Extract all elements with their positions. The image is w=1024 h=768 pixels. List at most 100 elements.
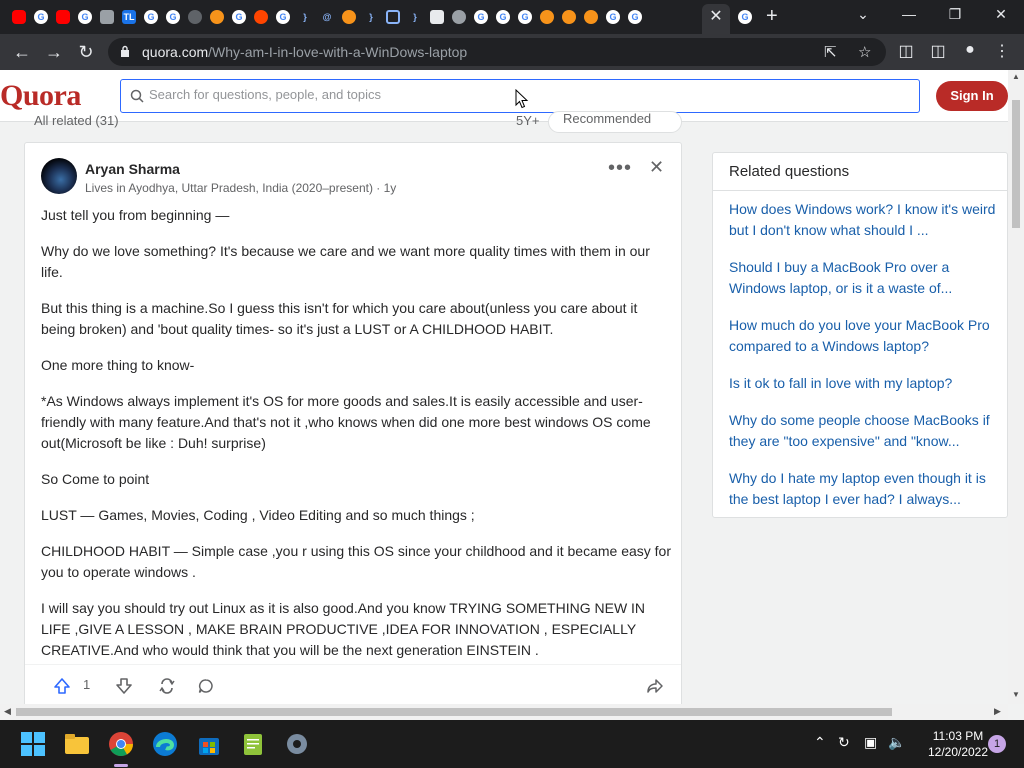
new-tab-button[interactable]: + [766, 6, 778, 26]
maximize-icon[interactable]: ❐ [940, 4, 970, 24]
edge-icon[interactable] [152, 731, 178, 757]
answer-paragraph: Just tell you from beginning — [41, 207, 230, 223]
share-icon[interactable]: ⇱ [824, 43, 837, 61]
bitcoin-tab-icon[interactable] [536, 7, 558, 27]
scroll-up-arrow-icon[interactable]: ▲ [1012, 72, 1020, 81]
tab-favicons: G G TL G G G G } @ } } G G G G G [8, 7, 646, 27]
active-app-indicator [114, 764, 128, 767]
sort-recommended-dropdown[interactable]: Recommended [548, 111, 682, 133]
related-question-link[interactable]: How does Windows work? I know it's weird… [729, 199, 999, 241]
reddit-tab-icon[interactable] [250, 7, 272, 27]
share-arrow-icon[interactable] [646, 677, 664, 695]
back-arrow-icon[interactable]: ← [10, 41, 34, 63]
google-tab-icon[interactable]: G [74, 7, 96, 27]
youtube-tab-icon[interactable] [52, 7, 74, 27]
google-tab-icon[interactable]: G [734, 7, 756, 27]
file-explorer-icon[interactable] [64, 731, 90, 757]
google-tab-icon[interactable]: G [162, 7, 184, 27]
close-icon[interactable]: ✕ [649, 157, 664, 178]
url-path: /Why-am-I-in-love-with-a-WinDows-laptop [208, 44, 468, 60]
google-tab-icon[interactable]: G [228, 7, 250, 27]
search-input[interactable] [149, 87, 849, 102]
code-tab-icon[interactable]: } [294, 7, 316, 27]
answer-card: Aryan Sharma Lives in Ayodhya, Uttar Pra… [24, 142, 682, 712]
google-tab-icon[interactable]: G [30, 7, 52, 27]
related-question-link[interactable]: Is it ok to fall in love with my laptop? [729, 373, 999, 394]
answer-body: Just tell you from beginning — Why do we… [41, 205, 671, 676]
code-tab-icon[interactable]: } [404, 7, 426, 27]
bookmark-tab-icon[interactable] [426, 7, 448, 27]
tl-tab-icon[interactable]: TL [118, 7, 140, 27]
code-tab-icon[interactable]: } [360, 7, 382, 27]
upvote-count: 1 [83, 677, 91, 692]
chrome-icon[interactable] [108, 731, 134, 757]
sign-in-button[interactable]: Sign In [936, 81, 1008, 111]
sync-icon[interactable]: ↻ [838, 734, 850, 751]
clock-date: 12/20/2022 [927, 745, 989, 759]
reload-icon[interactable]: ↻ [74, 41, 98, 63]
answer-paragraph: *As Windows always implement it's OS for… [41, 393, 651, 451]
bitcoin-tab-icon[interactable] [206, 7, 228, 27]
notification-badge[interactable]: 1 [988, 735, 1006, 753]
active-tab-close-icon[interactable]: ✕ [702, 4, 730, 34]
quora-logo[interactable]: Quora [0, 79, 81, 113]
google-tab-icon[interactable]: G [272, 7, 294, 27]
address-bar[interactable]: quora.com/Why-am-I-in-love-with-a-WinDow… [108, 38, 886, 66]
upvote-icon[interactable] [53, 677, 71, 695]
settings-gear-icon[interactable] [284, 731, 310, 757]
related-question-link[interactable]: Why do I hate my laptop even though it i… [729, 468, 999, 510]
show-hidden-icons-chevron-icon[interactable]: ⌃ [814, 734, 826, 751]
menu-kebab-icon[interactable]: ⋮ [991, 41, 1013, 61]
horizontal-scrollbar[interactable]: ◀ ▶ [0, 704, 1008, 720]
related-question-link[interactable]: Why do some people choose MacBooks if th… [729, 410, 999, 452]
at-tab-icon[interactable]: @ [316, 7, 338, 27]
page-tab-icon[interactable] [96, 7, 118, 27]
google-tab-icon[interactable]: G [470, 7, 492, 27]
bitcoin-tab-icon[interactable] [580, 7, 602, 27]
scroll-down-arrow-icon[interactable]: ▼ [1012, 690, 1020, 699]
forward-arrow-icon[interactable]: → [42, 41, 66, 63]
youtube-tab-icon[interactable] [8, 7, 30, 27]
google-tab-icon[interactable]: G [624, 7, 646, 27]
google-tab-icon[interactable]: G [514, 7, 536, 27]
google-tab-icon[interactable]: G [602, 7, 624, 27]
volume-icon[interactable]: 🔈 [888, 734, 905, 751]
bookmark-star-icon[interactable]: ☆ [858, 43, 871, 61]
answer-paragraph: So Come to point [41, 471, 150, 487]
scroll-right-arrow-icon[interactable]: ▶ [994, 706, 1001, 717]
screen-tab-icon[interactable] [382, 7, 404, 27]
avatar[interactable] [41, 158, 77, 194]
bitcoin-tab-icon[interactable] [558, 7, 580, 27]
network-icon[interactable]: ▣ [864, 734, 877, 751]
downvote-icon[interactable] [115, 677, 133, 695]
vertical-scroll-thumb[interactable] [1012, 100, 1020, 228]
author-name[interactable]: Aryan Sharma [85, 161, 180, 177]
vertical-scrollbar[interactable]: ▲ ▼ [1008, 70, 1024, 704]
related-questions-list: How does Windows work? I know it's weird… [729, 199, 999, 526]
close-window-icon[interactable]: ✕ [986, 4, 1016, 24]
windows-taskbar: ⌃ ↻ ▣ 🔈 11:03 PM 12/20/2022 1 [0, 720, 1024, 768]
all-related-label: All related (31) [34, 113, 119, 128]
minimize-icon[interactable]: — [894, 4, 924, 24]
scroll-left-arrow-icon[interactable]: ◀ [4, 706, 11, 717]
side-panel-icon[interactable]: ◫ [927, 41, 949, 61]
taskbar-clock[interactable]: 11:03 PM 12/20/2022 [920, 728, 996, 760]
related-question-link[interactable]: How much do you love your MacBook Pro co… [729, 315, 999, 357]
related-question-link[interactable]: Should I buy a MacBook Pro over a Window… [729, 257, 999, 299]
google-tab-icon[interactable]: G [492, 7, 514, 27]
answer-paragraph: One more thing to know- [41, 357, 195, 373]
chrome-tab-icon[interactable] [448, 7, 470, 27]
tab-search-chevron-icon[interactable]: ⌄ [848, 4, 878, 24]
microsoft-store-icon[interactable] [196, 731, 222, 757]
windows-start-icon[interactable] [20, 731, 46, 757]
notepad-icon[interactable] [240, 731, 266, 757]
bitcoin-tab-icon[interactable] [338, 7, 360, 27]
wifi-tab-icon[interactable] [184, 7, 206, 27]
google-tab-icon[interactable]: G [140, 7, 162, 27]
share-repost-icon[interactable] [158, 677, 176, 695]
comment-icon[interactable] [197, 677, 215, 695]
extensions-puzzle-icon[interactable]: ◫ [895, 41, 917, 61]
horizontal-scroll-thumb[interactable] [16, 708, 892, 716]
profile-icon[interactable]: ● [959, 41, 981, 59]
more-options-icon[interactable]: ••• [608, 157, 632, 180]
